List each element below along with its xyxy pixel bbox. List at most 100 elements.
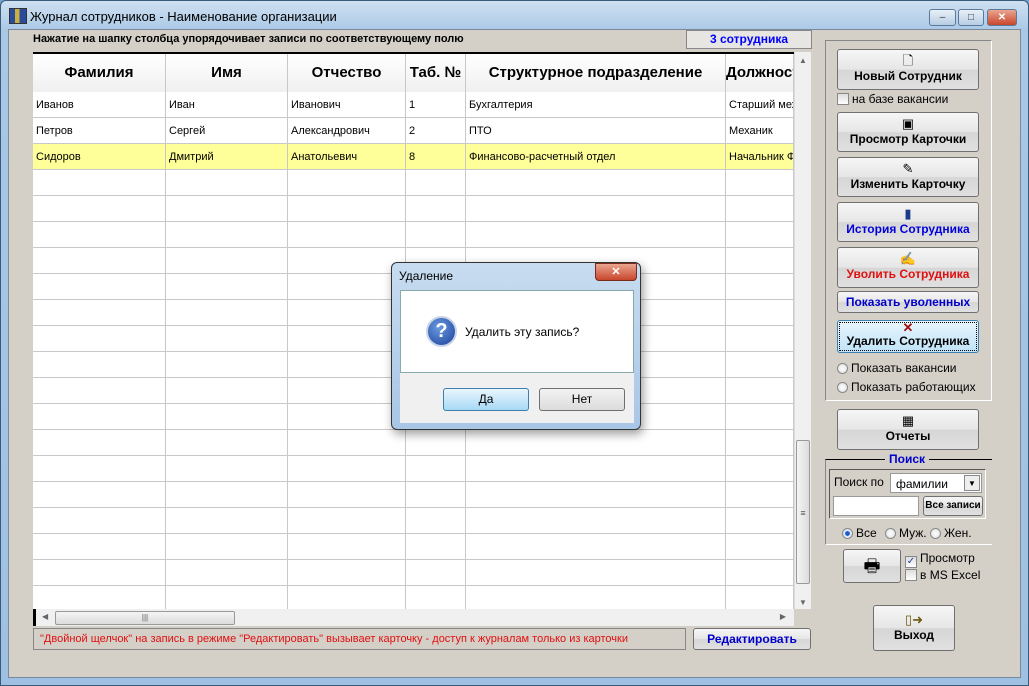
dismiss-employee-button[interactable]: ✍ Уволить Сотрудника [837, 247, 979, 288]
table-cell: Старший механик [726, 92, 794, 118]
table-cell [726, 586, 794, 609]
gender-male-radio[interactable]: Муж. [885, 526, 927, 540]
table-cell [33, 404, 166, 430]
column-header[interactable]: Таб. № [406, 54, 466, 92]
table-cell [288, 248, 406, 274]
empty-row[interactable] [33, 430, 794, 456]
table-cell [288, 430, 406, 456]
checkbox-box[interactable] [905, 569, 917, 581]
print-button[interactable]: 🖶 [843, 549, 901, 583]
yes-button[interactable]: Да [443, 388, 529, 411]
table-cell [466, 430, 726, 456]
dialog-body: ? Удалить эту запись? [400, 290, 634, 373]
checkbox-box[interactable] [837, 93, 849, 105]
empty-row[interactable] [33, 560, 794, 586]
table-cell [33, 222, 166, 248]
vacancy-base-checkbox[interactable]: на базе вакансии [837, 92, 948, 106]
radio-circle[interactable] [837, 363, 848, 374]
table-cell: Александрович [288, 118, 406, 144]
radio-circle[interactable] [885, 528, 896, 539]
minimize-button[interactable]: – [929, 9, 956, 26]
show-vacancies-radio[interactable]: Показать вакансии [837, 361, 956, 375]
empty-row[interactable] [33, 534, 794, 560]
table-cell: Иван [166, 92, 288, 118]
column-header[interactable]: Отчество [288, 54, 406, 92]
scroll-left-icon[interactable]: ◀ [42, 612, 48, 621]
scroll-right-icon[interactable]: ▶ [780, 612, 786, 621]
gender-all-radio[interactable]: Все [842, 526, 877, 540]
empty-row[interactable] [33, 482, 794, 508]
table-cell [466, 586, 726, 609]
column-header[interactable]: Имя [166, 54, 288, 92]
edit-mode-button[interactable]: Редактировать [693, 628, 811, 650]
all-records-button[interactable]: Все записи [923, 496, 983, 516]
edit-card-button[interactable]: ✎ Изменить Карточку [837, 157, 979, 197]
table-cell [33, 586, 166, 609]
table-cell [166, 586, 288, 609]
delete-employee-button[interactable]: ✕ Удалить Сотрудника [837, 320, 979, 353]
table-cell [466, 508, 726, 534]
horizontal-scroll-thumb[interactable]: ||| [55, 611, 235, 625]
delete-label: Удалить Сотрудника [846, 334, 970, 348]
table-row[interactable]: Петров Сергей Александрович 2 ПТО Механик [33, 118, 794, 144]
column-header[interactable]: Фамилия [33, 54, 166, 92]
table-cell [166, 326, 288, 352]
radio-circle[interactable] [930, 528, 941, 539]
table-cell [33, 430, 166, 456]
no-button[interactable]: Нет [539, 388, 625, 411]
table-cell [406, 508, 466, 534]
dialog-close-button[interactable]: ✕ [595, 263, 637, 281]
column-header[interactable]: Должност [726, 54, 794, 92]
table-cell [726, 222, 794, 248]
empty-row[interactable] [33, 508, 794, 534]
table-cell [33, 274, 166, 300]
empty-row[interactable] [33, 196, 794, 222]
empty-row[interactable] [33, 222, 794, 248]
empty-row[interactable] [33, 170, 794, 196]
edit-card-icon: ✎ [902, 161, 914, 176]
employee-history-button[interactable]: ▮ История Сотрудника [837, 202, 979, 242]
maximize-button[interactable]: □ [958, 9, 984, 26]
gender-female-radio[interactable]: Жен. [930, 526, 972, 540]
column-header[interactable]: Структурное подразделение [466, 54, 726, 92]
table-cell [33, 248, 166, 274]
show-dismissed-button[interactable]: Показать уволенных [837, 291, 979, 313]
table-cell [288, 508, 406, 534]
scroll-down-icon[interactable]: ▼ [795, 598, 811, 607]
table-cell [288, 456, 406, 482]
chevron-down-icon[interactable]: ▼ [964, 475, 980, 491]
search-field-value: фамилии [896, 477, 948, 491]
excel-checkbox[interactable]: в MS Excel [905, 568, 980, 582]
table-row[interactable]: Иванов Иван Иванович 1 Бухгалтерия Старший ме… [33, 92, 794, 118]
table-cell [33, 378, 166, 404]
exit-button[interactable]: ▯➜ Выход [873, 605, 955, 651]
table-cell [166, 404, 288, 430]
dialog-message: Удалить эту запись? [465, 325, 580, 339]
vertical-scroll-thumb[interactable]: ≡ [796, 440, 810, 584]
dismiss-label: Уволить Сотрудника [846, 267, 970, 281]
preview-checkbox[interactable]: ✓ Просмотр [905, 551, 975, 568]
table-cell [33, 456, 166, 482]
checkbox-checked[interactable]: ✓ [905, 556, 917, 568]
gender-female-label: Жен. [944, 526, 972, 540]
new-employee-button[interactable]: 🗋 Новый Сотрудник [837, 49, 979, 90]
new-employee-label: Новый Сотрудник [854, 69, 962, 83]
radio-circle-selected[interactable] [842, 528, 853, 539]
search-input[interactable] [833, 496, 919, 516]
search-field-select[interactable]: фамилии ▼ [890, 473, 982, 493]
table-cell [726, 508, 794, 534]
table-cell [406, 586, 466, 609]
table-cell [166, 378, 288, 404]
show-working-radio[interactable]: Показать работающих [837, 380, 976, 394]
book-icon: ▮ [904, 206, 912, 221]
reports-button[interactable]: ▦ Отчеты [837, 409, 979, 450]
close-button[interactable]: ✕ [987, 9, 1017, 26]
table-row[interactable]: Сидоров Дмитрий Анатольевич 8 Финансово-расч… [33, 144, 794, 170]
table-cell [166, 456, 288, 482]
view-card-button[interactable]: ▣ Просмотр Карточки [837, 112, 979, 152]
scroll-up-icon[interactable]: ▲ [795, 56, 811, 65]
empty-row[interactable] [33, 456, 794, 482]
empty-row[interactable] [33, 586, 794, 609]
edit-card-label: Изменить Карточку [850, 177, 966, 191]
radio-circle[interactable] [837, 382, 848, 393]
